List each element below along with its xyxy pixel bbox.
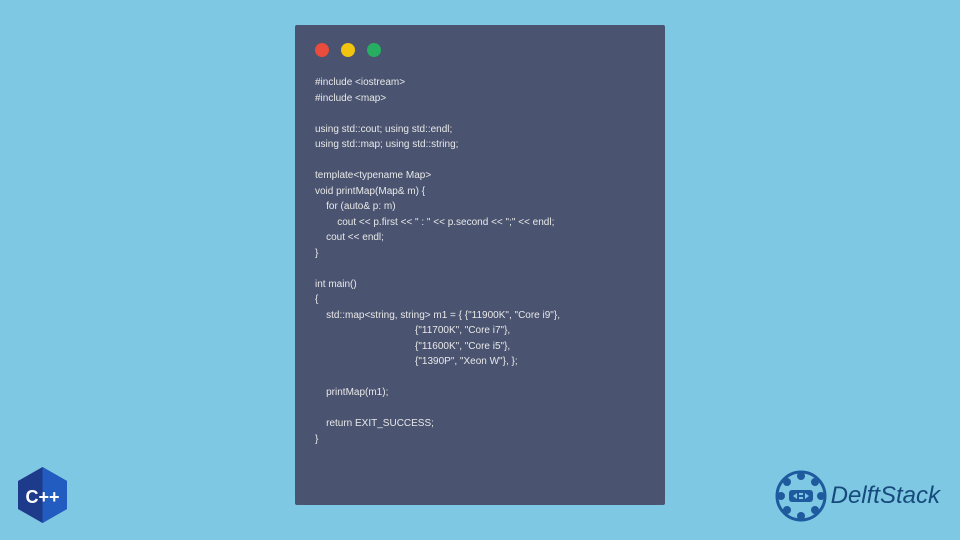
delftstack-logo-icon bbox=[775, 470, 827, 522]
delftstack-brand-text: DelftStack bbox=[831, 482, 940, 510]
cpp-badge-text: C++ bbox=[25, 487, 59, 507]
cpp-badge-icon: C++ bbox=[15, 465, 70, 525]
close-icon bbox=[315, 43, 329, 57]
delftstack-brand: DelftStack bbox=[775, 470, 940, 522]
maximize-icon bbox=[367, 43, 381, 57]
code-window: #include <iostream> #include <map> using… bbox=[295, 25, 665, 505]
minimize-icon bbox=[341, 43, 355, 57]
code-content: #include <iostream> #include <map> using… bbox=[315, 75, 645, 447]
traffic-lights bbox=[315, 43, 645, 57]
